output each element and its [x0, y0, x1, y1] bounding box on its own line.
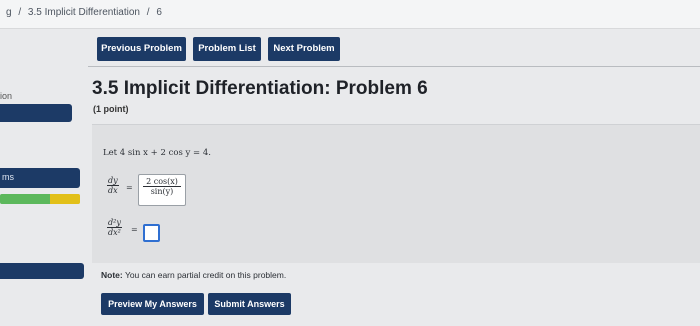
answer-numerator: 2 cos(x): [143, 177, 181, 187]
breadcrumb-separator: /: [18, 7, 22, 18]
progress-bar: [0, 194, 80, 204]
submit-answers-button[interactable]: Submit Answers: [208, 293, 291, 315]
problem-list-button[interactable]: Problem List: [193, 37, 261, 61]
sidebar-block-bottom[interactable]: [0, 263, 84, 279]
sidebar-menu-label: ms: [2, 172, 14, 182]
sidebar-block-top[interactable]: [0, 104, 72, 122]
answer-field-d2y-dx2[interactable]: [143, 224, 160, 242]
partial-credit-note: Note: You can earn partial credit on thi…: [101, 270, 286, 280]
answer-field-dy-dx[interactable]: 2 cos(x) sin(y): [138, 174, 186, 206]
divider: [88, 66, 700, 67]
answer-denominator: sin(y): [150, 187, 174, 196]
equals-sign: =: [126, 183, 133, 192]
fraction-denominator: dx: [108, 186, 118, 195]
points-label: (1 point): [93, 104, 129, 114]
note-text: You can earn partial credit on this prob…: [122, 270, 287, 280]
breadcrumb-problem: 6: [156, 7, 162, 18]
top-bar: g / 3.5 Implicit Differentiation / 6: [0, 0, 700, 29]
previous-problem-button[interactable]: Previous Problem: [97, 37, 186, 61]
breadcrumb-section[interactable]: 3.5 Implicit Differentiation: [28, 7, 140, 18]
preview-answers-button[interactable]: Preview My Answers: [101, 293, 204, 315]
progress-fill-correct: [0, 194, 50, 204]
fraction-numerator: dy: [107, 176, 119, 186]
breadcrumb-prefix[interactable]: g: [6, 7, 12, 18]
fraction-numerator: d²y: [107, 218, 122, 228]
breadcrumb-separator: /: [146, 7, 150, 18]
note-label: Note:: [101, 270, 123, 280]
fraction-denominator: dx²: [108, 228, 121, 237]
problem-statement: Let 4 sin x + 2 cos y = 4.: [103, 148, 211, 158]
dy-dx-fraction: dy dx: [107, 176, 119, 195]
breadcrumb: g / 3.5 Implicit Differentiation / 6: [6, 7, 166, 18]
equals-sign: =: [131, 225, 138, 234]
answer-value: 2 cos(x) sin(y): [139, 177, 185, 196]
next-problem-button[interactable]: Next Problem: [268, 37, 340, 61]
d2y-dx2-fraction: d²y dx²: [107, 218, 122, 237]
sidebar-menu-block[interactable]: ms: [0, 168, 80, 188]
progress-fill-partial: [49, 194, 80, 204]
sidebar-label-top: ion: [0, 91, 13, 101]
page-title: 3.5 Implicit Differentiation: Problem 6: [92, 78, 428, 99]
